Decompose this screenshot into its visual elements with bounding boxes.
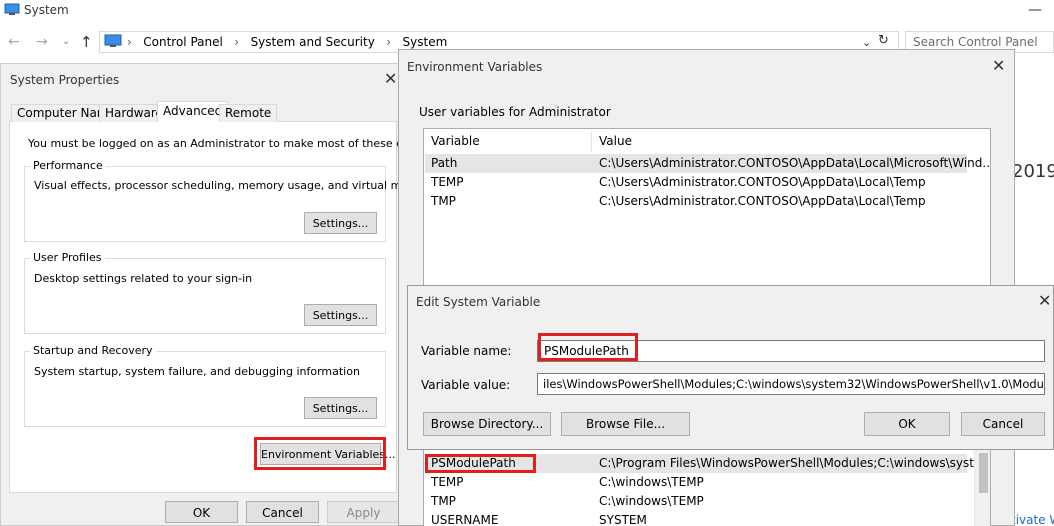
- startup-settings-button[interactable]: Settings...: [304, 397, 377, 419]
- performance-desc: Visual effects, processor scheduling, me…: [34, 179, 437, 192]
- minimize-icon[interactable]: —: [1028, 2, 1042, 18]
- edit-system-variable-dialog: Edit System Variable ✕ Variable name: PS…: [407, 285, 1054, 450]
- table-cell-value: SYSTEM: [599, 513, 647, 526]
- address-dropdown-icon[interactable]: ⌄: [862, 36, 871, 49]
- user-variables-label: User variables for Administrator: [419, 105, 611, 119]
- browse-file-button[interactable]: Browse File...: [561, 412, 690, 436]
- cancel-button[interactable]: Cancel: [961, 412, 1045, 436]
- breadcrumb-system[interactable]: System: [403, 35, 448, 49]
- column-header-variable[interactable]: Variable: [424, 132, 592, 151]
- table-cell-value: C:\windows\TEMP: [599, 494, 704, 508]
- up-icon[interactable]: ↑: [80, 33, 93, 51]
- startup-desc: System startup, system failure, and debu…: [34, 365, 360, 378]
- activate-windows-link[interactable]: tivate W: [1011, 513, 1054, 526]
- window-title: System: [24, 3, 69, 17]
- table-cell-variable: TEMP: [431, 175, 464, 189]
- variable-value-field[interactable]: iles\WindowsPowerShell\Modules;C:\window…: [537, 373, 1045, 395]
- close-icon[interactable]: ✕: [1038, 293, 1051, 309]
- ok-button[interactable]: OK: [165, 501, 238, 523]
- close-icon[interactable]: ✕: [384, 71, 397, 87]
- admin-note: You must be logged on as an Administrato…: [28, 137, 446, 150]
- breadcrumb-control-panel[interactable]: Control Panel: [143, 35, 223, 49]
- tab-advanced[interactable]: Advanced: [157, 101, 229, 122]
- tab-remote[interactable]: Remote: [219, 104, 278, 122]
- startup-label: Startup and Recovery: [30, 344, 156, 357]
- control-panel-icon: [104, 34, 122, 48]
- table-row[interactable]: [425, 511, 967, 526]
- table-cell-variable: USERNAME: [431, 513, 499, 526]
- performance-label: Performance: [30, 159, 106, 172]
- table-cell-variable: TMP: [431, 194, 456, 208]
- close-icon[interactable]: ✕: [992, 58, 1005, 74]
- recent-dropdown-icon[interactable]: ⌄: [62, 36, 70, 47]
- system-properties-title: System Properties: [10, 73, 120, 87]
- variable-value-label: Variable value:: [421, 378, 511, 392]
- back-icon[interactable]: ←: [8, 34, 20, 50]
- table-cell-value: C:\Users\Administrator.CONTOSO\AppData\L…: [599, 194, 926, 208]
- breadcrumb: › Control Panel › System and Security › …: [127, 35, 447, 49]
- scrollbar[interactable]: [974, 449, 990, 526]
- column-header-value[interactable]: Value: [592, 132, 990, 151]
- table-cell-variable: Path: [431, 156, 458, 170]
- edit-title: Edit System Variable: [416, 295, 541, 309]
- table-cell-value: C:\Users\Administrator.CONTOSO\AppData\L…: [599, 156, 991, 170]
- scrollbar-thumb[interactable]: [979, 453, 988, 493]
- apply-button[interactable]: Apply: [327, 501, 400, 523]
- cancel-button[interactable]: Cancel: [246, 501, 319, 523]
- table-cell-value: C:\windows\TEMP: [599, 475, 704, 489]
- variable-name-highlight: [538, 333, 638, 361]
- env-button-highlight: [254, 437, 386, 470]
- breadcrumb-system-and-security[interactable]: System and Security: [251, 35, 375, 49]
- breadcrumb-separator-icon: ›: [378, 35, 399, 49]
- table-cell-variable: TMP: [431, 494, 456, 508]
- env-title: Environment Variables: [407, 60, 543, 74]
- window-icon: [4, 3, 20, 16]
- browse-directory-button[interactable]: Browse Directory...: [423, 412, 551, 436]
- performance-settings-button[interactable]: Settings...: [304, 212, 377, 234]
- table-cell-value: C:\Users\Administrator.CONTOSO\AppData\L…: [599, 175, 926, 189]
- user-variables-list[interactable]: Variable Value Path C:\Users\Administrat…: [423, 128, 991, 288]
- search-placeholder: Search Control Panel: [913, 35, 1038, 49]
- table-cell-variable: TEMP: [431, 475, 464, 489]
- breadcrumb-separator-icon: ›: [226, 35, 247, 49]
- user-profiles-label: User Profiles: [30, 251, 105, 264]
- user-profiles-settings-button[interactable]: Settings...: [304, 304, 377, 326]
- table-cell-value: C:\Program Files\WindowsPowerShell\Modul…: [599, 456, 991, 470]
- ok-button[interactable]: OK: [864, 412, 950, 436]
- variable-name-label: Variable name:: [421, 344, 512, 358]
- forward-icon[interactable]: →: [36, 34, 48, 50]
- refresh-icon[interactable]: ↻: [878, 33, 889, 48]
- background-year-text: 2019: [1012, 161, 1054, 182]
- user-profiles-desc: Desktop settings related to your sign-in: [34, 272, 253, 285]
- psmodulepath-row-highlight: [425, 454, 536, 473]
- system-properties-dialog: System Properties ✕ Computer Name Hardwa…: [0, 63, 446, 526]
- breadcrumb-separator-icon: ›: [127, 35, 140, 49]
